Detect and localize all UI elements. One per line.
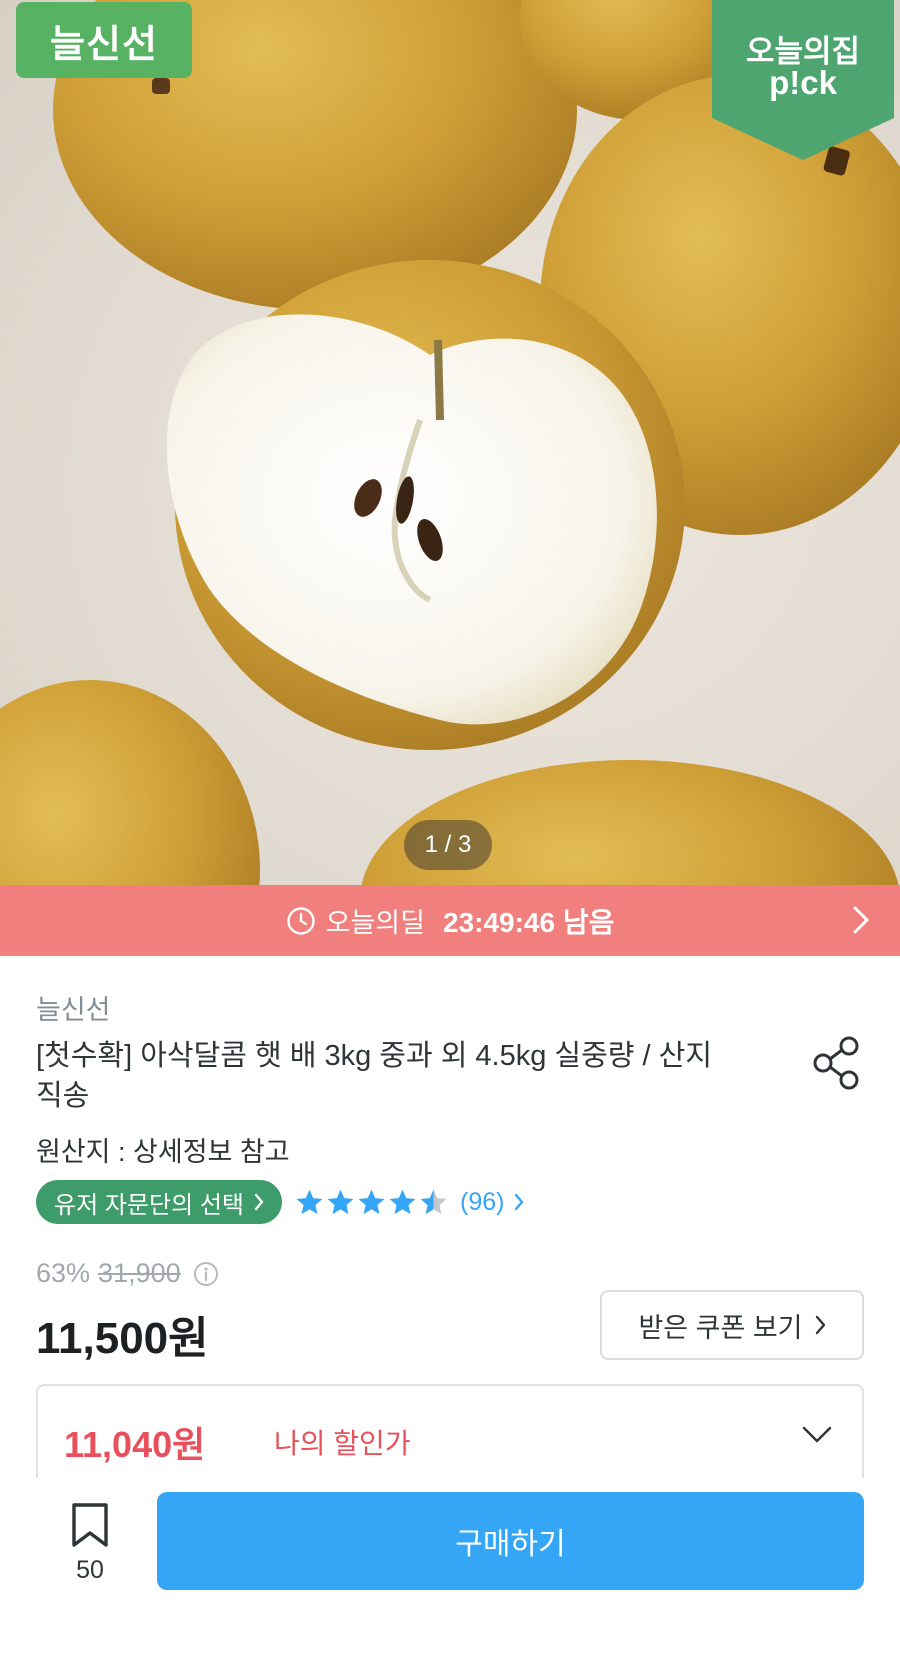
- review-count[interactable]: (96): [460, 1186, 524, 1218]
- buy-button[interactable]: 구매하기: [157, 1492, 864, 1590]
- chevron-right-icon: [815, 1315, 825, 1335]
- star-icon: [296, 1189, 323, 1214]
- bottom-action-bar: 50 구매하기: [0, 1478, 900, 1680]
- chevron-right-icon: [853, 906, 869, 934]
- chevron-down-icon: [802, 1426, 832, 1443]
- view-coupons-label: 받은 쿠폰 보기: [638, 1312, 803, 1343]
- bookmark-count: 50: [76, 1556, 104, 1584]
- deal-label: 오늘의딜: [325, 908, 425, 938]
- deal-countdown: 23:49:46 남음: [442, 906, 615, 938]
- star-icon: [358, 1189, 385, 1214]
- image-pager: 1 / 3: [404, 820, 492, 870]
- my-discount-amount: 11,040원: [64, 1424, 206, 1465]
- advisor-choice-badge[interactable]: 유저 자문단의 선택: [36, 1180, 282, 1224]
- bookmark-icon: [72, 1503, 108, 1547]
- review-count-text: (96): [460, 1187, 505, 1216]
- chevron-right-icon: [254, 1193, 264, 1211]
- chevron-right-icon: [515, 1193, 524, 1211]
- star-icon: [389, 1189, 416, 1214]
- info-icon[interactable]: [193, 1261, 219, 1287]
- product-image-carousel[interactable]: 늘신선 오늘의집 p!ck 1 / 3: [0, 0, 900, 885]
- discount-rate: 63%: [36, 1258, 91, 1288]
- star-icon: [327, 1189, 354, 1214]
- pick-badge: 오늘의집 p!ck: [712, 0, 894, 160]
- share-icon[interactable]: [812, 1036, 862, 1090]
- bookmark-button[interactable]: 50: [58, 1498, 122, 1598]
- half-star-icon: [420, 1189, 447, 1214]
- original-price: 31,900: [98, 1258, 181, 1288]
- today-deal-bar[interactable]: 오늘의딜 23:49:46 남음: [0, 885, 900, 956]
- discount-row: 63% 31,900: [36, 1258, 219, 1289]
- clock-icon: [286, 906, 315, 935]
- sale-price: 11,500원: [36, 1314, 209, 1363]
- advisor-choice-label: 유저 자문단의 선택: [54, 1191, 244, 1219]
- brand-name[interactable]: 늘신선: [36, 988, 111, 1027]
- product-title: [첫수확] 아삭달콤 햇 배 3kg 중과 외 4.5kg 실중량 / 산지직송: [36, 1040, 713, 1112]
- brand-badge: 늘신선: [16, 2, 192, 78]
- origin-info: 원산지 : 상세정보 참고: [36, 1137, 290, 1167]
- pick-badge-line2: p!ck: [769, 64, 837, 101]
- rating-stars[interactable]: [294, 1186, 449, 1218]
- my-discount-label: 나의 할인가: [274, 1428, 411, 1459]
- view-coupons-button[interactable]: 받은 쿠폰 보기: [600, 1290, 864, 1360]
